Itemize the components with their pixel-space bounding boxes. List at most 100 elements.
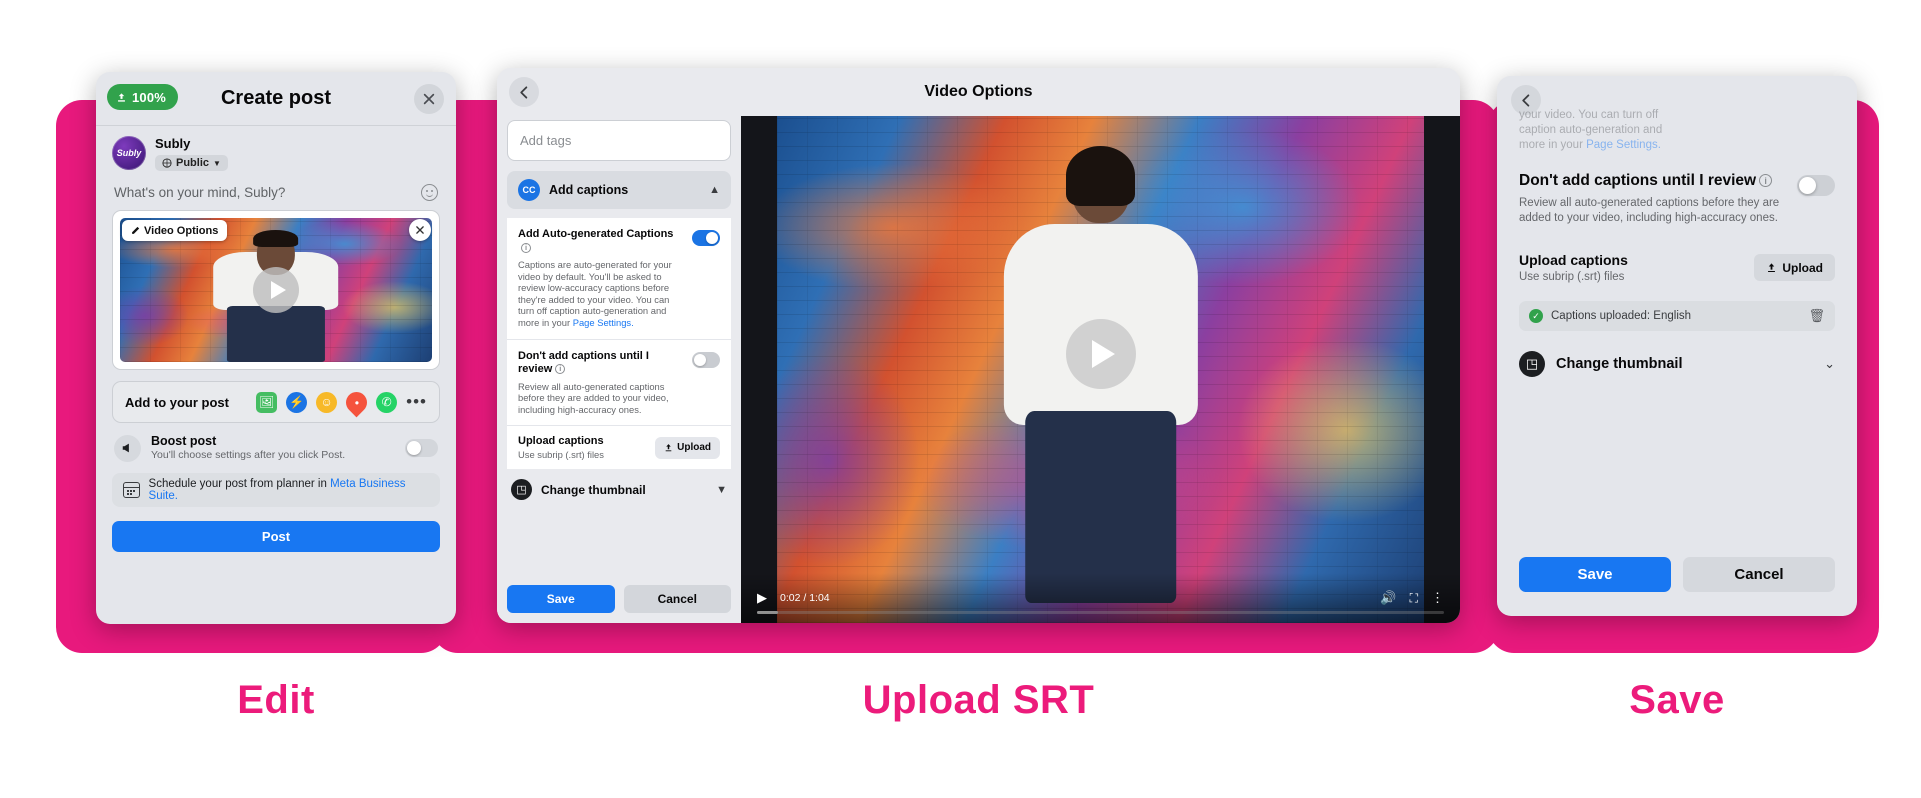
schedule-text-prefix: Schedule your post from planner in: [148, 478, 331, 490]
auto-captions-toggle[interactable]: [692, 230, 720, 246]
save-button[interactable]: Save: [507, 585, 615, 613]
cancel-button[interactable]: Cancel: [1683, 557, 1835, 592]
review-captions-title-text: Don't add captions until I review: [1519, 172, 1757, 189]
more-options-icon[interactable]: •••: [406, 393, 427, 410]
post-button[interactable]: Post: [112, 521, 440, 552]
upload-captions-title: Upload captions: [1519, 252, 1628, 268]
photo-icon[interactable]: 🖼: [256, 391, 278, 413]
video-options-button[interactable]: Video Options: [122, 220, 228, 241]
create-post-header: 100% Create post: [96, 72, 456, 126]
upload-button-label: Upload: [1782, 260, 1823, 275]
composer-placeholder[interactable]: What's on your mind, Subly?: [114, 185, 285, 200]
whatsapp-icon[interactable]: ✆: [376, 391, 398, 413]
add-tags-input[interactable]: Add tags: [507, 120, 731, 161]
play-icon[interactable]: [1065, 319, 1136, 390]
megaphone-icon: [114, 434, 141, 462]
video-options-title: Video Options: [924, 83, 1033, 100]
change-thumbnail-row[interactable]: ◳ Change thumbnail ▼: [507, 479, 731, 501]
more-vertical-icon[interactable]: ⋮: [1431, 590, 1444, 606]
page-settings-link[interactable]: Page Settings.: [1586, 139, 1661, 151]
captions-uploaded-chip: ✓ Captions uploaded: English 🗑: [1519, 301, 1835, 331]
caption-save: Save: [1629, 678, 1725, 722]
author-row: Subly Subly Public ▼: [112, 136, 440, 173]
fullscreen-icon[interactable]: ⛶: [1410, 591, 1418, 606]
location-icon[interactable]: •: [341, 387, 372, 417]
add-to-post-label: Add to your post: [125, 394, 229, 410]
check-circle-icon: ✓: [1529, 309, 1543, 323]
faded-line-2: caption auto-generation and: [1519, 124, 1663, 136]
review-captions-description: Review all auto-generated captions befor…: [518, 380, 669, 415]
save-button[interactable]: Save: [1519, 557, 1671, 592]
caption-upload-srt: Upload SRT: [862, 678, 1095, 722]
review-captions-description: Review all auto-generated captions befor…: [1519, 197, 1780, 224]
review-captions-toggle[interactable]: [692, 351, 720, 368]
privacy-selector[interactable]: Public ▼: [155, 155, 228, 171]
add-captions-label: Add captions: [549, 183, 629, 197]
cc-icon: CC: [518, 179, 540, 201]
smiley-icon[interactable]: [421, 184, 438, 201]
volume-icon[interactable]: 🔊: [1380, 590, 1396, 606]
emoji-icon[interactable]: ☺: [316, 391, 338, 413]
boost-post-title: Boost post: [151, 434, 217, 448]
calendar-icon: [123, 482, 140, 498]
auto-captions-description: Captions are auto-generated for your vid…: [518, 259, 684, 329]
messenger-icon[interactable]: ⚡: [286, 391, 308, 413]
remove-media-icon[interactable]: [409, 219, 431, 241]
boost-post-toggle[interactable]: [405, 439, 438, 457]
video-options-label: Video Options: [144, 224, 219, 237]
video-controls: ▶ 0:02 / 1:04 🔊 ⛶ ⋮: [741, 573, 1460, 623]
review-captions-toggle[interactable]: [1797, 175, 1835, 196]
close-icon[interactable]: [414, 84, 444, 114]
page-settings-link[interactable]: Page Settings.: [573, 317, 634, 328]
boost-post-subtitle: You'll choose settings after you click P…: [151, 449, 346, 461]
faded-line-3: more in your: [1519, 139, 1587, 151]
review-captions-title: Don't add captions until I review i: [518, 350, 684, 377]
info-icon[interactable]: i: [521, 242, 531, 253]
info-icon[interactable]: i: [555, 364, 566, 375]
globe-icon: [162, 158, 172, 168]
schedule-text: Schedule your post from planner in Meta …: [149, 478, 429, 502]
change-thumbnail-label: Change thumbnail: [541, 482, 646, 497]
play-control-icon[interactable]: ▶: [757, 590, 767, 606]
trash-icon[interactable]: 🗑: [1808, 308, 1825, 324]
video-options-sidebar: Add tags CC Add captions ▲ Add Auto-gene…: [497, 116, 741, 623]
privacy-label: Public: [176, 157, 210, 169]
video-preview[interactable]: ▶ 0:02 / 1:04 🔊 ⛶ ⋮: [741, 116, 1460, 623]
video-time-display: 0:02 / 1:04: [780, 592, 830, 604]
video-options-body: Add tags CC Add captions ▲ Add Auto-gene…: [497, 116, 1460, 623]
avatar: Subly: [112, 136, 146, 170]
save-state-footer: Save Cancel: [1519, 557, 1835, 592]
auto-captions-section: Add Auto-generated Captions i Captions ar…: [507, 218, 731, 339]
upload-icon: [665, 444, 672, 452]
chevron-down-icon: ▼: [716, 483, 727, 496]
back-arrow-icon[interactable]: [509, 77, 539, 107]
add-captions-section-header[interactable]: CC Add captions ▲: [507, 171, 731, 209]
save-state-dialog: your video. You can turn off caption aut…: [1497, 76, 1857, 616]
change-thumbnail-label: Change thumbnail: [1556, 356, 1683, 372]
image-stack-icon: ◳: [511, 479, 532, 501]
schedule-banner[interactable]: Schedule your post from planner in Meta …: [112, 473, 440, 507]
video-options-footer: Save Cancel: [507, 585, 731, 613]
play-icon[interactable]: [253, 267, 299, 313]
upload-captions-row: Upload captions Use subrip (.srt) files …: [1519, 252, 1835, 283]
upload-captions-subtitle: Use subrip (.srt) files: [1519, 271, 1625, 283]
image-stack-icon: ◳: [1519, 351, 1545, 377]
upload-button[interactable]: Upload: [1754, 254, 1835, 281]
review-captions-row: Don't add captions until I review i Revie…: [1519, 153, 1835, 226]
cancel-button[interactable]: Cancel: [623, 585, 731, 613]
page-title: Create post: [220, 87, 332, 109]
change-thumbnail-row[interactable]: ◳ Change thumbnail ⌄: [1519, 351, 1835, 377]
info-icon[interactable]: i: [1759, 174, 1773, 188]
create-post-dialog: 100% Create post Subly Subly Public ▼ Wh…: [96, 72, 456, 624]
video-options-header: Video Options: [497, 68, 1460, 116]
save-state-body: your video. You can turn off caption aut…: [1497, 108, 1857, 377]
review-captions-title-text: Don't add captions until I review: [518, 349, 649, 376]
upload-button[interactable]: Upload: [655, 436, 720, 459]
faded-description: your video. You can turn off caption aut…: [1519, 108, 1835, 153]
faded-line-1: your video. You can turn off: [1519, 109, 1659, 121]
upload-captions-subtitle: Use subrip (.srt) files: [518, 449, 604, 461]
review-captions-section: Don't add captions until I review i Revie…: [507, 339, 731, 426]
captions-uploaded-label: Captions uploaded: English: [1551, 310, 1692, 322]
video-options-dialog: Video Options Add tags CC Add captions ▲…: [497, 68, 1460, 623]
upload-button-label: Upload: [677, 442, 711, 454]
